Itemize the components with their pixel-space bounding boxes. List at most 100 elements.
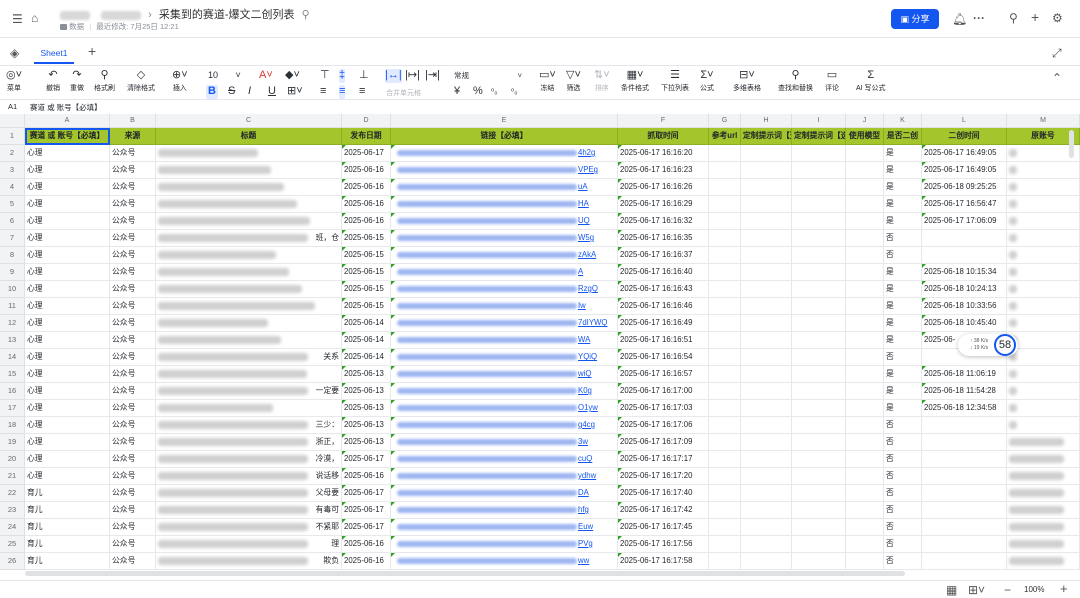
cell-ref-url[interactable] bbox=[709, 315, 741, 332]
cell-link[interactable]: wiQ bbox=[391, 366, 618, 383]
ai-formula-button[interactable]: Σ AI 写公式 bbox=[856, 69, 886, 93]
cell-is-rewritten[interactable]: 是 bbox=[884, 145, 922, 162]
folder-label[interactable]: 数据 bbox=[69, 22, 84, 31]
cell-is-rewritten[interactable]: 是 bbox=[884, 264, 922, 281]
column-header[interactable]: G bbox=[709, 114, 741, 128]
link-tail[interactable]: DA bbox=[578, 485, 589, 501]
cell-original-account[interactable] bbox=[1007, 502, 1080, 519]
cell-publish-date[interactable]: 2025-06-17 bbox=[342, 485, 391, 502]
cell-source[interactable]: 公众号 bbox=[110, 434, 156, 451]
cell-model[interactable] bbox=[846, 145, 884, 162]
cell-title[interactable]: 班，仓 bbox=[156, 230, 342, 247]
cell-rewrite-time[interactable] bbox=[922, 468, 1007, 485]
cell-prompt-1[interactable] bbox=[741, 502, 792, 519]
column-header[interactable]: F bbox=[618, 114, 709, 128]
cell-link[interactable]: zAkA bbox=[391, 247, 618, 264]
cell-original-account[interactable] bbox=[1007, 332, 1080, 349]
cell-link[interactable]: RzgQ bbox=[391, 281, 618, 298]
cell-source[interactable]: 公众号 bbox=[110, 400, 156, 417]
cell-rewrite-time[interactable]: 2025-06-18 11:06:19 bbox=[922, 366, 1007, 383]
cell-source[interactable]: 公众号 bbox=[110, 332, 156, 349]
cell-ref-url[interactable] bbox=[709, 417, 741, 434]
formula-input[interactable]: 赛道 或 账号【必填】 bbox=[30, 102, 102, 113]
cell-rewrite-time[interactable]: 2025-06-18 09:25:25 bbox=[922, 179, 1007, 196]
cell-prompt-2[interactable] bbox=[792, 536, 846, 553]
cell-track[interactable]: 心理 bbox=[25, 230, 110, 247]
cell-link[interactable]: Euw bbox=[391, 519, 618, 536]
cell-is-rewritten[interactable]: 是 bbox=[884, 315, 922, 332]
cell-model[interactable] bbox=[846, 451, 884, 468]
cell-fetch-time[interactable]: 2025-06-17 16:17:58 bbox=[618, 553, 709, 570]
cell-source[interactable]: 公众号 bbox=[110, 485, 156, 502]
cell-prompt-1[interactable] bbox=[741, 264, 792, 281]
cell-model[interactable] bbox=[846, 485, 884, 502]
cell-prompt-2[interactable] bbox=[792, 519, 846, 536]
cell-is-rewritten[interactable]: 是 bbox=[884, 179, 922, 196]
link-tail[interactable]: cuQ bbox=[578, 451, 592, 467]
link-tail[interactable]: Euw bbox=[578, 519, 593, 535]
cell-source[interactable]: 公众号 bbox=[110, 536, 156, 553]
cell-rewrite-time[interactable] bbox=[922, 247, 1007, 264]
cell-source[interactable]: 公众号 bbox=[110, 502, 156, 519]
row-number[interactable]: 18 bbox=[0, 417, 25, 434]
cell-model[interactable] bbox=[846, 196, 884, 213]
cell-is-rewritten[interactable]: 否 bbox=[884, 230, 922, 247]
wrap-text-button[interactable]: |↦| bbox=[405, 69, 420, 83]
cell-source[interactable]: 公众号 bbox=[110, 162, 156, 179]
cell-publish-date[interactable]: 2025-06-13 bbox=[342, 366, 391, 383]
cell-fetch-time[interactable]: 2025-06-17 16:17:40 bbox=[618, 485, 709, 502]
row-number[interactable]: 10 bbox=[0, 281, 25, 298]
align-bottom-button[interactable]: ⊥ bbox=[359, 69, 369, 83]
cell-source[interactable]: 公众号 bbox=[110, 553, 156, 570]
cell-track[interactable]: 育儿 bbox=[25, 536, 110, 553]
cell-is-rewritten[interactable]: 是 bbox=[884, 298, 922, 315]
cell-title[interactable] bbox=[156, 400, 342, 417]
cell-rewrite-time[interactable] bbox=[922, 417, 1007, 434]
cell-prompt-2[interactable] bbox=[792, 179, 846, 196]
cell-prompt-2[interactable] bbox=[792, 145, 846, 162]
cell-link[interactable]: DA bbox=[391, 485, 618, 502]
cell-fetch-time[interactable]: 2025-06-17 16:16:32 bbox=[618, 213, 709, 230]
cell-track[interactable]: 育儿 bbox=[25, 519, 110, 536]
cell-is-rewritten[interactable]: 否 bbox=[884, 536, 922, 553]
cell-prompt-1[interactable] bbox=[741, 298, 792, 315]
cell-rewrite-time[interactable]: 2025-06-17 16:56:47 bbox=[922, 196, 1007, 213]
row-number[interactable]: 26 bbox=[0, 553, 25, 570]
cell-ref-url[interactable] bbox=[709, 349, 741, 366]
row-number[interactable]: 25 bbox=[0, 536, 25, 553]
cell-fetch-time[interactable]: 2025-06-17 16:16:51 bbox=[618, 332, 709, 349]
zoom-level[interactable]: 100% bbox=[1024, 585, 1044, 594]
link-tail[interactable]: VPEg bbox=[578, 162, 598, 178]
cell-model[interactable] bbox=[846, 332, 884, 349]
cell-rewrite-time[interactable]: 2025-06-18 10:24:13 bbox=[922, 281, 1007, 298]
cell-publish-date[interactable]: 2025-06-15 bbox=[342, 230, 391, 247]
cell-track[interactable]: 心理 bbox=[25, 179, 110, 196]
cell-is-rewritten[interactable]: 否 bbox=[884, 553, 922, 570]
cell-prompt-2[interactable] bbox=[792, 298, 846, 315]
link-tail[interactable]: g4cg bbox=[578, 417, 595, 433]
layout-icon[interactable]: ⊞˅ bbox=[968, 583, 985, 597]
column-header[interactable]: K bbox=[884, 114, 922, 128]
cell-prompt-2[interactable] bbox=[792, 264, 846, 281]
cell-link[interactable]: 3w bbox=[391, 434, 618, 451]
cell-prompt-1[interactable] bbox=[741, 383, 792, 400]
cell-ref-url[interactable] bbox=[709, 264, 741, 281]
row-number[interactable]: 22 bbox=[0, 485, 25, 502]
cell-track[interactable]: 心理 bbox=[25, 434, 110, 451]
cell-source[interactable]: 公众号 bbox=[110, 213, 156, 230]
cell-ref-url[interactable] bbox=[709, 179, 741, 196]
insert-button[interactable]: ⊕˅ 插入 bbox=[172, 69, 188, 93]
cell-track[interactable]: 心理 bbox=[25, 451, 110, 468]
row-number[interactable]: 14 bbox=[0, 349, 25, 366]
cell-title[interactable]: 说话移 bbox=[156, 468, 342, 485]
cell-ref-url[interactable] bbox=[709, 400, 741, 417]
column-header[interactable]: E bbox=[391, 114, 618, 128]
cell-source[interactable]: 公众号 bbox=[110, 349, 156, 366]
cell-rewrite-time[interactable]: 2025-06-18 10:45:40 bbox=[922, 315, 1007, 332]
cell-prompt-1[interactable] bbox=[741, 332, 792, 349]
cell-model[interactable] bbox=[846, 417, 884, 434]
cell-link[interactable]: YQiQ bbox=[391, 349, 618, 366]
cell-ref-url[interactable] bbox=[709, 196, 741, 213]
cell-track[interactable]: 心理 bbox=[25, 366, 110, 383]
cell-original-account[interactable] bbox=[1007, 434, 1080, 451]
